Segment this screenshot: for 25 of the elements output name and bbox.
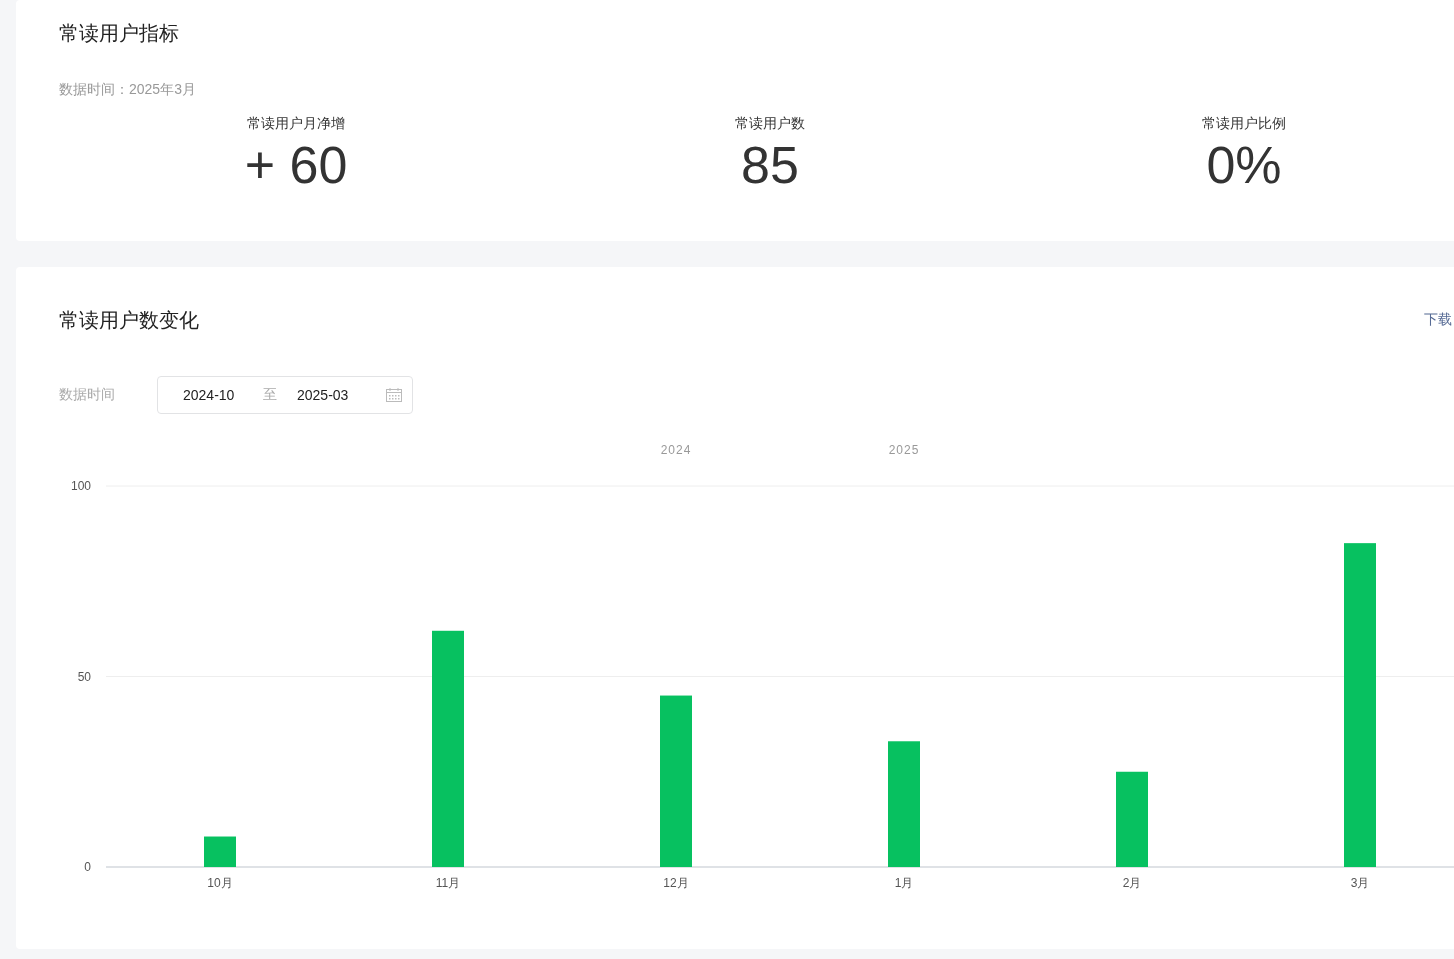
- card-title: 常读用户数变化: [59, 308, 199, 333]
- date-label: 数据时间: [59, 386, 116, 404]
- bar: [204, 836, 236, 867]
- axis-tick-label: 50: [77, 669, 91, 684]
- axis-category-label: 12月: [663, 876, 689, 890]
- axis-category-label: 2月: [1122, 876, 1142, 890]
- metric-label: 常读用户数: [735, 115, 805, 133]
- metric-label: 常读用户月净增: [247, 115, 345, 133]
- date-range-picker[interactable]: 2024-10 至 2025-03: [157, 376, 413, 414]
- axis-category-label: 3月: [1350, 876, 1370, 890]
- axis-category-label: 1月: [894, 876, 914, 890]
- download-link[interactable]: 下载: [1424, 311, 1454, 329]
- axis-category-label: 10月: [207, 876, 233, 890]
- metric-value: 0%: [1206, 135, 1282, 195]
- metric-value: 85: [741, 135, 799, 195]
- metric-label: 常读用户比例: [1202, 115, 1286, 133]
- metric-value: + 60: [244, 135, 348, 195]
- axis-category-label: 11月: [435, 876, 461, 890]
- calendar-icon: [386, 388, 402, 402]
- axis-tick-label: 0: [84, 860, 91, 874]
- year-label: 2025: [888, 443, 920, 457]
- data-time: 数据时间：2025年3月: [59, 81, 197, 99]
- axis-tick-label: 100: [70, 479, 91, 493]
- year-label: 2024: [660, 443, 692, 457]
- card-title: 常读用户指标: [59, 21, 180, 46]
